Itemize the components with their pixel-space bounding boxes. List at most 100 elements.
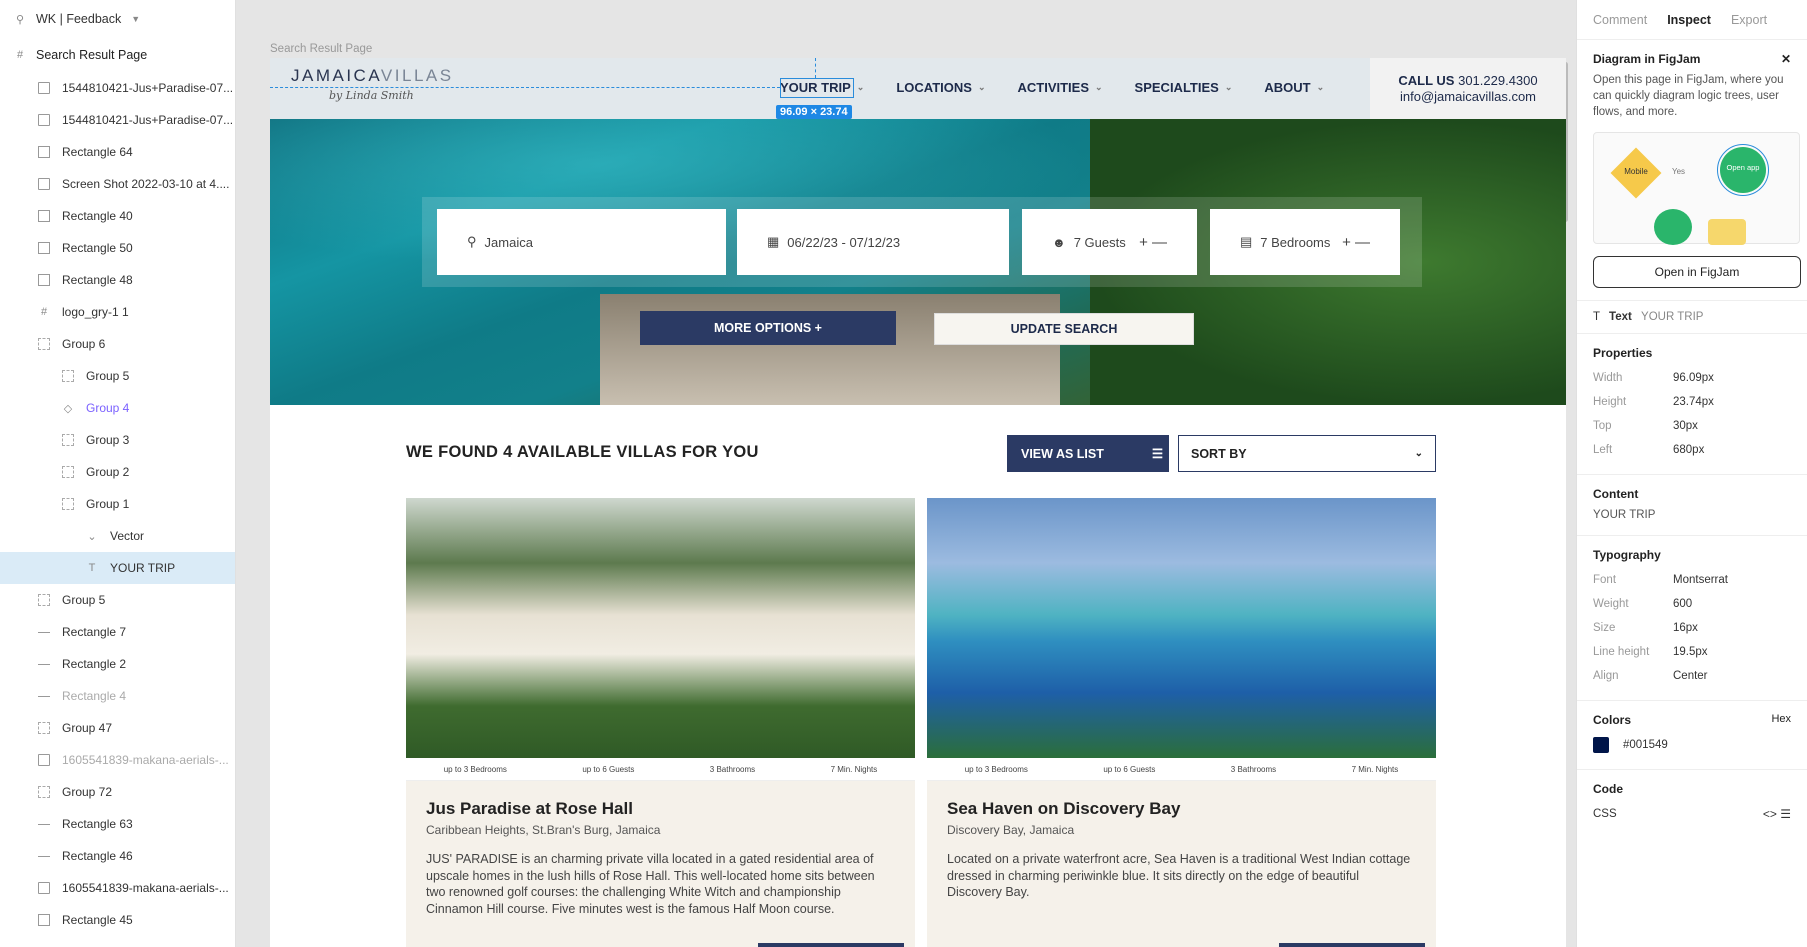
menu-specialties[interactable]: SPECIALTIES ⌄ [1135, 80, 1233, 95]
color-mode-select[interactable]: Hex [1771, 713, 1791, 727]
group-layer-icon [62, 370, 74, 382]
bedrooms-stepper[interactable]: + — [1342, 234, 1370, 251]
villa-details-button[interactable] [1279, 943, 1425, 947]
layer-item[interactable]: Group 72 [0, 776, 235, 808]
location-field[interactable]: ⚲ Jamaica [437, 209, 726, 275]
chevron-down-icon: ⌄ [1224, 82, 1233, 92]
villa-location: Discovery Bay, Jamaica [947, 823, 1075, 837]
file-title[interactable]: WK | Feedback [36, 12, 121, 26]
figjam-open-label: Open app [1726, 163, 1760, 172]
layer-item[interactable]: Group 5 [0, 584, 235, 616]
bedrooms-field[interactable]: ▤ 7 Bedrooms + — [1210, 209, 1400, 275]
villa-card[interactable]: up to 3 Bedrooms up to 6 Guests 3 Bathro… [927, 498, 1436, 947]
site-logo[interactable]: JAMAICAVILLAS by Linda Smith [291, 66, 454, 102]
layer-item[interactable]: Group 6 [0, 328, 235, 360]
layer-item[interactable]: Rectangle 2 [0, 648, 235, 680]
layer-item[interactable]: Rectangle 64 [0, 136, 235, 168]
page-row[interactable]: # Search Result Page [0, 38, 235, 72]
villa-card[interactable]: up to 3 Bedrooms up to 6 Guests 3 Bathro… [406, 498, 915, 947]
property-value[interactable]: 19.5px [1673, 646, 1708, 658]
layer-item[interactable]: ◇ Group 4 [0, 392, 235, 424]
villa-details-button[interactable] [758, 943, 904, 947]
colors-title: Colors [1593, 713, 1632, 727]
group-layer-icon [62, 434, 74, 446]
layer-item[interactable]: Screen Shot 2022-03-10 at 4.... [0, 168, 235, 200]
property-value[interactable]: 30px [1673, 420, 1698, 432]
menu-locations[interactable]: LOCATIONS ⌄ [896, 80, 985, 95]
tab-comment[interactable]: Comment [1593, 13, 1647, 27]
rect-layer-icon [38, 914, 50, 926]
layer-item[interactable]: Rectangle 45 [0, 904, 235, 936]
layer-item[interactable]: 1544810421-Jus+Paradise-07... [0, 72, 235, 104]
tab-inspect[interactable]: Inspect [1667, 13, 1711, 27]
layer-item[interactable]: Rectangle 50 [0, 232, 235, 264]
tab-export[interactable]: Export [1731, 13, 1767, 27]
file-title-bar[interactable]: ⚲ WK | Feedback ▼ [0, 0, 235, 38]
layer-label: Group 72 [62, 785, 113, 799]
layer-label: Group 3 [86, 433, 130, 447]
chevron-down-icon[interactable]: ▼ [131, 14, 140, 24]
property-value[interactable]: 96.09px [1673, 372, 1714, 384]
guests-field[interactable]: ☻ 7 Guests + — [1022, 209, 1197, 275]
stat-bathrooms: 3 Bathrooms [1230, 764, 1277, 774]
layer-item[interactable]: # logo_gry-1 1 [0, 296, 235, 328]
villa-name[interactable]: Jus Paradise at Rose Hall [426, 799, 895, 819]
property-value[interactable]: Montserrat [1673, 574, 1728, 586]
layer-item[interactable]: Group 3 [0, 424, 235, 456]
layer-item[interactable]: Rectangle 63 [0, 808, 235, 840]
code-title: Code [1593, 782, 1623, 796]
search-icon[interactable]: ⚲ [14, 13, 26, 26]
sort-by-select[interactable]: SORT BY ⌄ [1178, 435, 1436, 472]
layer-item[interactable]: Rectangle 48 [0, 264, 235, 296]
menu-about[interactable]: ABOUT ⌄ [1264, 80, 1324, 95]
open-in-figjam-button[interactable]: Open in FigJam [1593, 256, 1801, 288]
layer-item[interactable]: Rectangle 4 [0, 680, 235, 712]
color-hex[interactable]: #001549 [1623, 739, 1668, 751]
layer-item[interactable]: Group 47 [0, 712, 235, 744]
layer-item[interactable]: Group 1 [0, 488, 235, 520]
layer-item[interactable]: Rectangle 46 [0, 840, 235, 872]
email-link[interactable]: info@jamaicavillas.com [1370, 89, 1566, 104]
more-options-button[interactable]: MORE OPTIONS + [640, 311, 896, 345]
update-search-button[interactable]: UPDATE SEARCH [934, 313, 1194, 345]
sort-by-label: SORT BY [1191, 446, 1247, 461]
layer-label: Screen Shot 2022-03-10 at 4.... [62, 177, 230, 191]
line-layer-icon [38, 855, 50, 857]
property-value[interactable]: Center [1673, 670, 1708, 682]
layer-item[interactable]: Group 5 [0, 360, 235, 392]
close-icon[interactable]: ✕ [1781, 52, 1791, 66]
villa-name[interactable]: Sea Haven on Discovery Bay [947, 799, 1416, 819]
layer-item[interactable]: ⌄ Vector [0, 520, 235, 552]
property-value[interactable]: 16px [1673, 622, 1698, 634]
group-layer-icon [38, 594, 50, 606]
selection-box[interactable] [780, 78, 854, 98]
properties-section: Properties Width 96.09px Height 23.74px Top 3… [1577, 334, 1807, 475]
call-phone[interactable]: 301.229.4300 [1458, 73, 1538, 88]
layers-panel: ⚲ WK | Feedback ▼ # Search Result Page 1… [0, 0, 236, 947]
group-layer-icon [62, 466, 74, 478]
guests-stepper[interactable]: + — [1139, 234, 1167, 251]
layer-item[interactable]: 1605541839-makana-aerials-... [0, 872, 235, 904]
layer-item[interactable]: Group 2 [0, 456, 235, 488]
location-value: Jamaica [484, 234, 533, 250]
website-frame[interactable]: ⚲ Jamaica ▦ 06/22/23 - 07/12/23 ☻ 7 Gues… [270, 58, 1566, 947]
property-value[interactable]: 600 [1673, 598, 1692, 610]
date-field[interactable]: ▦ 06/22/23 - 07/12/23 [737, 209, 1009, 275]
layer-item[interactable]: 1544810421-Jus+Paradise-07... [0, 104, 235, 136]
code-view-icon[interactable]: <> ☰ [1763, 807, 1791, 821]
color-swatch[interactable] [1593, 737, 1609, 753]
layer-item[interactable]: 1605541839-makana-aerials-... [0, 744, 235, 776]
property-value[interactable]: 680px [1673, 444, 1704, 456]
code-language-select[interactable]: CSS [1593, 808, 1617, 820]
layer-label: Group 4 [86, 401, 130, 415]
view-as-list-button[interactable]: VIEW AS LIST ☰ [1007, 435, 1169, 472]
layer-item[interactable]: Rectangle 40 [0, 200, 235, 232]
frame-label[interactable]: Search Result Page [270, 43, 372, 55]
layer-item[interactable]: T YOUR TRIP [0, 552, 235, 584]
date-value: 06/22/23 - 07/12/23 [787, 234, 901, 250]
menu-activities[interactable]: ACTIVITIES ⌄ [1017, 80, 1102, 95]
list-icon: ☰ [1151, 447, 1164, 461]
content-value[interactable]: YOUR TRIP [1593, 507, 1791, 523]
layer-item[interactable]: Rectangle 7 [0, 616, 235, 648]
property-value[interactable]: 23.74px [1673, 396, 1714, 408]
